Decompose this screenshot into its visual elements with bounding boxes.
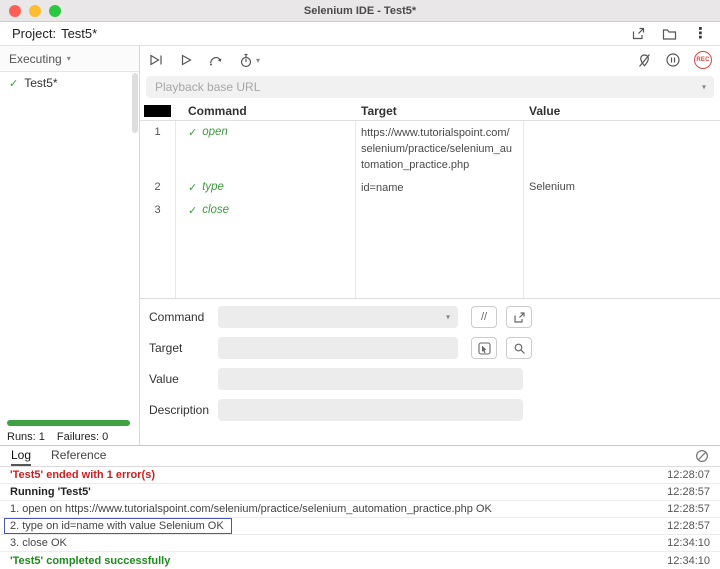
check-icon: ✓ xyxy=(188,204,198,217)
check-icon: ✓ xyxy=(188,181,198,194)
log-entry[interactable]: 'Test5' ended with 1 error(s) 12:28:07 xyxy=(0,467,720,484)
table-row[interactable]: 3 ✓ close xyxy=(140,199,720,219)
disable-breakpoints-icon[interactable] xyxy=(637,53,652,68)
title-bar: Selenium IDE - Test5* xyxy=(0,0,720,22)
command-table-header: Command Target Value xyxy=(140,102,720,121)
window-title: Selenium IDE - Test5* xyxy=(303,4,417,17)
row-number: 3 xyxy=(154,203,161,216)
column-header-target: Target xyxy=(361,104,397,118)
target-cell: id=name xyxy=(361,181,404,194)
close-window-button[interactable] xyxy=(9,4,21,17)
progress-bar xyxy=(7,420,130,426)
sidebar-scrollbar[interactable] xyxy=(132,73,138,133)
log-entry-text: 1. open on https://www.tutorialspoint.co… xyxy=(10,503,492,515)
double-slash-button[interactable]: // xyxy=(471,306,497,328)
log-entry-time: 12:28:07 xyxy=(667,469,710,481)
table-row[interactable]: 1 ✓ open https://www.tutorialspoint.com/… xyxy=(140,121,720,176)
log-entry-time: 12:28:57 xyxy=(667,486,710,498)
playback-url-row: ▾ xyxy=(140,74,720,102)
target-input[interactable] xyxy=(218,337,458,359)
command-cell: open xyxy=(202,126,228,138)
description-field-label: Description xyxy=(149,403,210,417)
log-entry-time: 12:34:10 xyxy=(667,537,710,549)
value-input[interactable] xyxy=(218,368,523,390)
log-entry-time: 12:28:57 xyxy=(667,503,710,515)
table-row[interactable]: 2 ✓ type id=name Selenium xyxy=(140,176,720,199)
playback-toolbar: ▾ REC xyxy=(140,46,720,74)
open-external-editor-icon[interactable] xyxy=(506,306,532,328)
tab-log[interactable]: Log xyxy=(11,446,32,466)
failures-count: Failures: 0 xyxy=(56,431,109,443)
chevron-down-icon: ▾ xyxy=(256,55,261,65)
minimize-window-button[interactable] xyxy=(29,4,41,17)
open-project-icon[interactable] xyxy=(662,27,677,41)
value-cell xyxy=(523,126,720,174)
find-target-icon[interactable] xyxy=(506,337,532,359)
project-label: Project: xyxy=(12,26,57,41)
command-cell: type xyxy=(202,180,224,193)
tests-sidebar: Executing ▾ ✓ Test5* Runs: 1 Failures: 0 xyxy=(0,46,140,445)
log-entry[interactable]: 3. close OK 12:34:10 xyxy=(0,535,720,552)
chevron-down-icon: ▾ xyxy=(701,82,706,92)
value-cell: Selenium xyxy=(529,180,575,193)
clear-log-icon[interactable] xyxy=(695,446,709,466)
tab-reference[interactable]: Reference xyxy=(51,446,106,466)
project-name: Test5* xyxy=(61,26,98,41)
column-header-value: Value xyxy=(529,104,561,118)
command-select[interactable] xyxy=(218,306,458,328)
project-bar: Project: Test5* ⋮ xyxy=(0,22,720,46)
log-entry-text: 'Test5' completed successfully xyxy=(10,554,171,567)
row-number-column-header-box xyxy=(144,105,171,117)
target-cell: https://www.tutorialspoint.com/selenium/… xyxy=(361,127,513,171)
log-panel: Log Reference 'Test5' ended with 1 error… xyxy=(0,445,720,569)
tests-dropdown[interactable]: Executing ▾ xyxy=(0,46,139,72)
value-field-label: Value xyxy=(149,372,179,386)
row-number: 2 xyxy=(154,180,161,193)
main-panel: ▾ REC Playback base URL ▾ Command Target… xyxy=(140,46,720,445)
run-summary: Runs: 1 Failures: 0 xyxy=(7,420,132,443)
command-table: Command Target Value 1 ✓ open https://ww… xyxy=(140,102,720,298)
log-entries: 'Test5' ended with 1 error(s) 12:28:07 R… xyxy=(0,467,720,569)
check-icon: ✓ xyxy=(9,77,19,90)
log-tabs: Log Reference xyxy=(0,446,720,467)
pause-on-exceptions-icon[interactable] xyxy=(665,52,681,68)
command-field-label: Command xyxy=(149,310,205,324)
log-entry-text: 'Test5' ended with 1 error(s) xyxy=(10,469,156,481)
run-all-tests-icon[interactable] xyxy=(148,53,164,67)
description-input[interactable] xyxy=(218,399,523,421)
target-cell xyxy=(355,204,523,217)
sidebar-item-test5[interactable]: ✓ Test5* xyxy=(0,72,139,94)
log-entry-text: Running 'Test5' xyxy=(10,486,91,498)
check-icon: ✓ xyxy=(188,127,198,139)
log-entry-time: 12:34:10 xyxy=(667,554,710,567)
step-over-icon[interactable] xyxy=(208,53,224,67)
column-header-command: Command xyxy=(188,104,247,118)
log-entry-time: 12:28:57 xyxy=(667,520,710,532)
value-cell xyxy=(523,204,720,217)
chevron-down-icon: ▾ xyxy=(66,54,71,63)
runs-count: Runs: 1 xyxy=(7,431,45,443)
log-entry[interactable]: 1. open on https://www.tutorialspoint.co… xyxy=(0,501,720,518)
log-entry-text: 3. close OK xyxy=(10,537,67,549)
new-project-icon[interactable] xyxy=(631,26,646,41)
log-entry-selected[interactable]: 2. type on id=name with value Selenium O… xyxy=(0,518,720,535)
tests-dropdown-label: Executing xyxy=(9,51,62,66)
more-menu-icon[interactable]: ⋮ xyxy=(693,26,708,41)
selenium-ide-window: Selenium IDE - Test5* Project: Test5* ⋮ … xyxy=(0,0,720,569)
log-entry[interactable]: 'Test5' completed successfully 12:34:10 xyxy=(0,552,720,569)
zoom-window-button[interactable] xyxy=(49,4,61,17)
row-number: 1 xyxy=(154,126,161,138)
record-icon[interactable]: REC xyxy=(694,51,712,69)
playback-base-url-input[interactable] xyxy=(146,76,714,98)
command-cell: close xyxy=(202,203,230,216)
log-entry[interactable]: Running 'Test5' 12:28:57 xyxy=(0,484,720,501)
select-target-icon[interactable] xyxy=(471,337,497,359)
log-entry-text: 2. type on id=name with value Selenium O… xyxy=(4,518,232,534)
command-edit-form: Command ▾ // Target Value Description xyxy=(140,298,720,445)
test-speed-control[interactable]: ▾ xyxy=(239,53,260,68)
test-name: Test5* xyxy=(24,76,58,90)
run-current-test-icon[interactable] xyxy=(179,53,193,67)
chevron-down-icon: ▾ xyxy=(445,312,450,322)
target-field-label: Target xyxy=(149,341,183,355)
